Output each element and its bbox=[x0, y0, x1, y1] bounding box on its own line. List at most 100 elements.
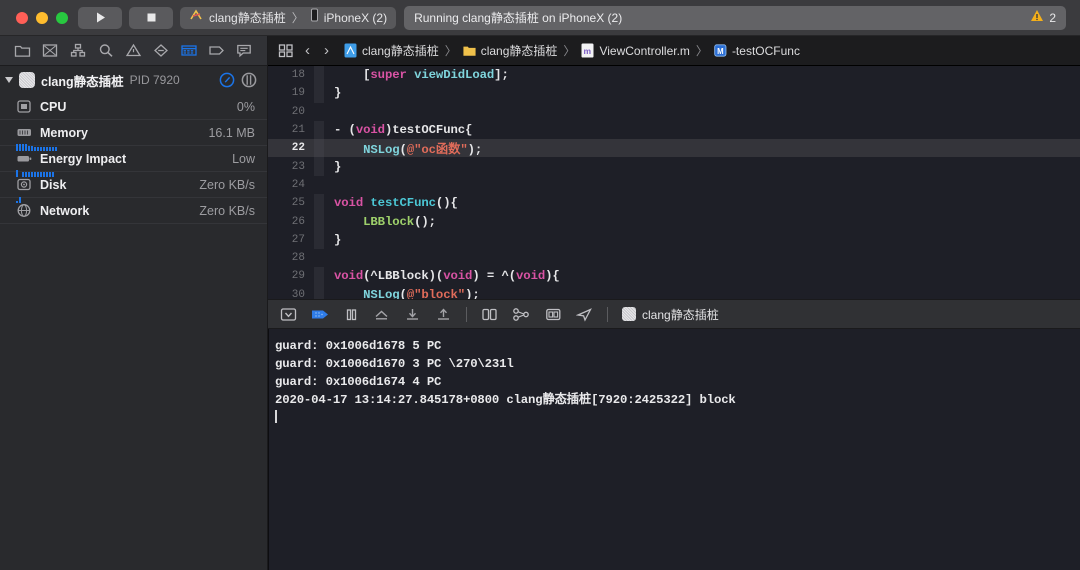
code-line[interactable]: 26 LBBlock(); bbox=[268, 212, 1080, 231]
view-gauges-icon[interactable] bbox=[219, 72, 235, 88]
navigator-tab-issue-icon[interactable] bbox=[122, 40, 144, 62]
code-token: ( bbox=[399, 287, 407, 299]
close-button[interactable] bbox=[16, 11, 28, 24]
gauge-row-network[interactable]: Network Zero KB/s bbox=[0, 198, 267, 224]
code-token: ) = ^( bbox=[472, 269, 517, 284]
code-token: (); bbox=[414, 214, 436, 229]
step-over-icon[interactable] bbox=[373, 305, 390, 323]
code-line[interactable]: 28 bbox=[268, 249, 1080, 267]
code-line[interactable]: 22 NSLog(@"oc函数"); bbox=[268, 139, 1080, 158]
deactivate-breakpoints-icon[interactable] bbox=[311, 305, 330, 323]
gauge-row-memory[interactable]: Memory 16.1 MB bbox=[0, 120, 267, 151]
simulate-location-icon[interactable] bbox=[576, 305, 593, 323]
code-fold-ribbon[interactable] bbox=[314, 267, 324, 286]
view-process-icon[interactable] bbox=[241, 72, 257, 88]
related-items-icon[interactable] bbox=[278, 43, 294, 59]
breadcrumb-item-folder[interactable]: clang静态插桩 bbox=[463, 42, 557, 59]
pause-icon[interactable] bbox=[344, 305, 359, 323]
navigator-tab-search-icon[interactable] bbox=[95, 40, 117, 62]
code-line[interactable]: 27} bbox=[268, 230, 1080, 249]
run-button[interactable] bbox=[78, 6, 122, 29]
code-token: (){ bbox=[435, 196, 458, 211]
report-icon bbox=[237, 44, 251, 58]
code-token: void bbox=[334, 269, 364, 284]
code-line[interactable]: 18 [super viewDidLoad]; bbox=[268, 66, 1080, 85]
forward-button[interactable]: › bbox=[321, 42, 332, 59]
gauge-row-energy[interactable]: Energy Impact Low bbox=[0, 146, 267, 177]
debug-toolbar: clang静态插桩 bbox=[268, 299, 1080, 329]
issue-counters[interactable]: 2 bbox=[1030, 9, 1056, 27]
navigator-tab-test-icon[interactable] bbox=[150, 40, 172, 62]
code-fold-ribbon[interactable] bbox=[314, 84, 324, 103]
code-line[interactable]: 24 bbox=[268, 176, 1080, 194]
navigator-tab-folder-icon[interactable] bbox=[12, 40, 34, 62]
code-token: } bbox=[334, 159, 342, 174]
navigator-tab-symbol-icon[interactable] bbox=[67, 40, 89, 62]
code-token: @"oc函数" bbox=[406, 143, 468, 158]
hide-debug-area-icon[interactable] bbox=[280, 305, 297, 323]
breadcrumb-item-project[interactable]: clang静态插桩 bbox=[344, 42, 439, 59]
stop-button[interactable] bbox=[129, 6, 173, 29]
code-line[interactable]: 29 void(^LBBlock)(void) = ^(void){ bbox=[268, 267, 1080, 286]
cpu-icon bbox=[16, 99, 33, 114]
navigator-tab-breakpoint-icon[interactable] bbox=[205, 40, 227, 62]
titlebar: clang静态插桩 〉 iPhoneX (2) Running clang静态插… bbox=[0, 0, 1080, 36]
code-fold-ribbon[interactable] bbox=[314, 230, 324, 249]
activity-status-bar[interactable]: Running clang静态插桩 on iPhoneX (2) 2 bbox=[404, 5, 1066, 30]
debug-memory-graph-icon[interactable] bbox=[512, 305, 531, 323]
code-fold-ribbon[interactable] bbox=[314, 139, 324, 158]
code-fold-ribbon[interactable] bbox=[314, 249, 324, 267]
breadcrumb-label: clang静态插桩 bbox=[362, 44, 439, 58]
code-fold-ribbon[interactable] bbox=[314, 66, 324, 85]
code-fold-ribbon[interactable] bbox=[314, 194, 324, 213]
step-out-icon[interactable] bbox=[435, 305, 452, 323]
gauge-row-disk[interactable]: Disk Zero KB/s bbox=[0, 172, 267, 203]
source-editor[interactable]: 18 [super viewDidLoad]; 19} 20 21- (void)te… bbox=[268, 66, 1080, 299]
project-icon bbox=[344, 43, 357, 58]
code-line[interactable]: 30 NSLog(@"block"); bbox=[268, 285, 1080, 299]
debug-view-hierarchy-icon[interactable] bbox=[481, 305, 498, 323]
code-line[interactable]: 19} bbox=[268, 84, 1080, 103]
line-number: 18 bbox=[291, 69, 305, 82]
code-token: super bbox=[370, 68, 407, 83]
disclosure-triangle-icon[interactable] bbox=[5, 77, 13, 83]
code-fold-ribbon[interactable] bbox=[314, 120, 324, 140]
code-fold-ribbon[interactable] bbox=[314, 212, 324, 231]
breadcrumb-item-file[interactable]: m ViewController.m bbox=[581, 43, 690, 58]
code-fold-ribbon[interactable] bbox=[314, 285, 324, 299]
code-token: void bbox=[334, 196, 364, 211]
code-line[interactable]: 25 void testCFunc(){ bbox=[268, 194, 1080, 213]
debug-process-selector[interactable]: clang静态插桩 bbox=[622, 306, 719, 323]
network-icon bbox=[16, 203, 33, 218]
code-fold-ribbon[interactable] bbox=[314, 157, 324, 176]
code-line[interactable]: 21 - (void)testOCFunc{ bbox=[268, 120, 1080, 140]
navigator-tab-debug-icon[interactable] bbox=[178, 40, 200, 62]
step-into-icon[interactable] bbox=[404, 305, 421, 323]
editor-column: ‹ › clang静态插桩 〉 clang静态插桩 〉 m ViewContro… bbox=[268, 36, 1080, 570]
code-fold-ribbon[interactable] bbox=[314, 176, 324, 194]
navigator-tab-report-icon[interactable] bbox=[233, 40, 255, 62]
breadcrumb-label: ViewController.m bbox=[599, 43, 690, 58]
back-button[interactable]: ‹ bbox=[302, 42, 313, 59]
navigator-tab-source-control-icon[interactable] bbox=[39, 40, 61, 62]
source-control-icon bbox=[43, 44, 58, 57]
code-text: NSLog(@"block"); bbox=[324, 288, 480, 299]
process-header-row[interactable]: clang静态插桩 PID 7920 bbox=[0, 66, 267, 94]
code-line[interactable]: 23} bbox=[268, 157, 1080, 176]
folder-icon bbox=[463, 46, 476, 56]
line-number: 28 bbox=[291, 252, 305, 265]
code-token: LBBlock bbox=[363, 214, 415, 229]
code-fold-ribbon[interactable] bbox=[314, 103, 324, 121]
debug-console[interactable]: guard: 0x1006d1678 5 PC guard: 0x1006d16… bbox=[268, 329, 1080, 570]
code-token: )testOCFunc{ bbox=[384, 123, 473, 138]
code-line[interactable]: 20 bbox=[268, 103, 1080, 121]
minimize-button[interactable] bbox=[36, 11, 48, 24]
scheme-selector[interactable]: clang静态插桩 〉 iPhoneX (2) bbox=[180, 6, 397, 29]
environment-overrides-icon[interactable] bbox=[545, 305, 562, 323]
breadcrumb-item-method[interactable]: M -testOCFunc bbox=[714, 43, 800, 58]
gauge-row-cpu[interactable]: CPU 0% bbox=[0, 94, 267, 120]
status-text: Running clang静态插桩 on iPhoneX (2) bbox=[414, 11, 623, 25]
process-name: clang静态插桩 bbox=[41, 74, 124, 89]
line-number: 24 bbox=[291, 178, 305, 191]
zoom-button[interactable] bbox=[56, 11, 68, 24]
